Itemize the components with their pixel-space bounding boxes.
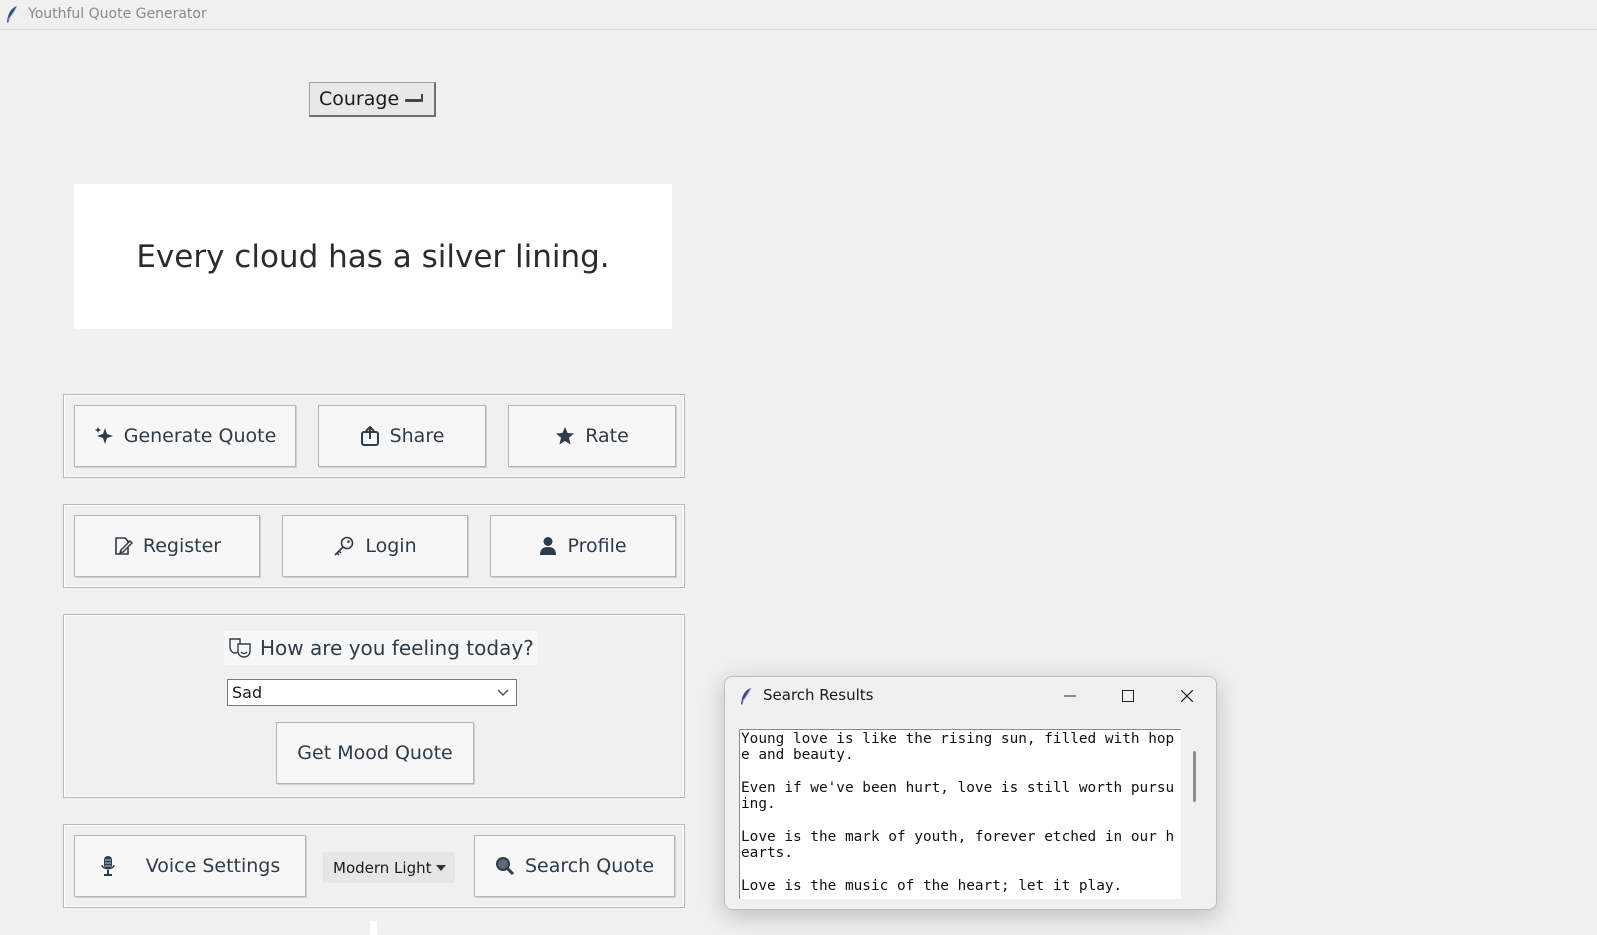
result-line: Love is the music of the heart; let it p… xyxy=(741,877,1123,894)
mood-selected-value: Sad xyxy=(232,683,263,702)
share-label: Share xyxy=(389,425,445,447)
mood-frame: How are you feeling today? Sad Get Mood … xyxy=(63,614,685,798)
result-line: e and beauty. xyxy=(741,747,854,764)
search-quote-label: Search Quote xyxy=(524,855,655,877)
user-icon xyxy=(540,537,557,555)
category-label: Courage xyxy=(319,88,400,110)
result-line: Even if we've been hurt, love is still w… xyxy=(741,779,1175,796)
app-title: Youthful Quote Generator xyxy=(28,6,207,22)
scrollbar-thumb[interactable] xyxy=(1193,751,1196,802)
maximize-button[interactable] xyxy=(1113,684,1143,708)
share-icon xyxy=(360,426,379,446)
theater-masks-icon xyxy=(229,638,251,658)
close-icon xyxy=(1181,690,1193,702)
rate-button[interactable]: Rate xyxy=(508,405,676,467)
feather-icon xyxy=(7,5,18,23)
text-cursor xyxy=(370,921,377,935)
result-line: Love is the mark of youth, forever etche… xyxy=(741,828,1175,845)
key-icon xyxy=(334,536,354,556)
share-button[interactable]: Share xyxy=(318,405,486,467)
account-frame: Register Login Profile xyxy=(63,504,685,588)
search-results-titlebar: Search Results xyxy=(725,677,1216,715)
mood-heading: How are you feeling today? xyxy=(224,631,538,665)
edit-document-icon xyxy=(115,537,133,555)
mood-question: How are you feeling today? xyxy=(260,636,534,660)
result-line: earts. xyxy=(741,845,793,862)
chevron-down-icon xyxy=(497,689,509,697)
rate-label: Rate xyxy=(585,425,629,447)
feather-icon xyxy=(741,687,752,705)
login-button[interactable]: Login xyxy=(282,515,468,577)
app-titlebar: Youthful Quote Generator xyxy=(0,0,1597,30)
star-icon xyxy=(556,427,575,445)
register-button[interactable]: Register xyxy=(74,515,260,577)
sparkles-icon xyxy=(94,427,113,444)
theme-selected: Modern Light xyxy=(333,858,432,877)
profile-label: Profile xyxy=(567,535,627,557)
search-results-window: Search Results Young love is like the ri… xyxy=(724,676,1217,910)
result-line: Young love is like the rising sun, fille… xyxy=(741,731,1175,747)
login-label: Login xyxy=(365,535,417,557)
minimize-button[interactable] xyxy=(1055,684,1085,708)
result-line xyxy=(741,764,1181,780)
maximize-icon xyxy=(1122,690,1134,702)
generate-quote-label: Generate Quote xyxy=(123,425,277,447)
search-quote-button[interactable]: Search Quote xyxy=(474,835,675,897)
register-label: Register xyxy=(142,535,222,557)
minimize-icon xyxy=(1064,695,1076,697)
generate-quote-button[interactable]: Generate Quote xyxy=(74,405,296,467)
caret-down-icon xyxy=(436,865,446,871)
microphone-icon xyxy=(101,856,115,876)
quote-text: Every cloud has a silver lining. xyxy=(136,238,610,275)
profile-button[interactable]: Profile xyxy=(490,515,676,577)
voice-settings-button[interactable]: Voice Settings xyxy=(74,835,306,897)
tools-frame: Voice Settings Modern Light Search Quote xyxy=(63,824,685,908)
category-menu-button[interactable]: Courage xyxy=(309,82,436,117)
search-results-title: Search Results xyxy=(763,686,874,704)
get-mood-quote-label: Get Mood Quote xyxy=(297,742,453,764)
quote-display: Every cloud has a silver lining. xyxy=(74,184,672,329)
magnifier-icon xyxy=(495,857,515,876)
search-results-text[interactable]: Young love is like the rising sun, fille… xyxy=(739,729,1181,899)
option-menu-indicator-icon xyxy=(405,94,423,102)
theme-menu[interactable]: Modern Light xyxy=(323,852,455,883)
close-button[interactable] xyxy=(1172,684,1202,708)
get-mood-quote-button[interactable]: Get Mood Quote xyxy=(276,722,474,784)
result-line xyxy=(741,861,1181,877)
mood-dropdown[interactable]: Sad xyxy=(227,679,517,706)
result-line: ing. xyxy=(741,796,776,813)
actions-frame: Generate Quote Share Rate xyxy=(63,394,685,478)
result-line xyxy=(741,812,1181,828)
voice-settings-label: Voice Settings xyxy=(145,855,281,877)
